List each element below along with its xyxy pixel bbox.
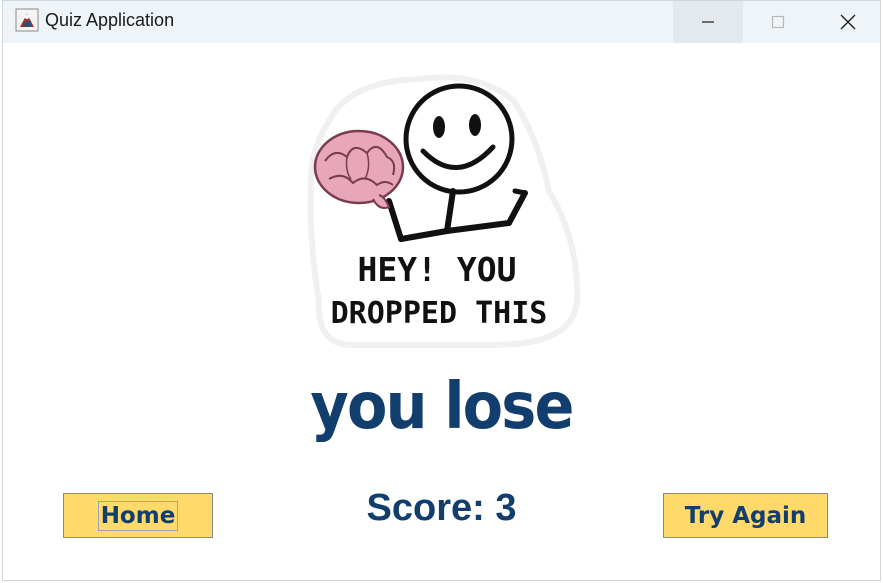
meme-image: HEY! YOU DROPPED THIS xyxy=(307,74,581,349)
maximize-icon xyxy=(771,15,785,29)
close-icon xyxy=(840,14,856,30)
java-cup-icon xyxy=(15,8,39,32)
meme-caption-line1: HEY! YOU xyxy=(358,250,517,289)
home-button-label: Home xyxy=(97,500,179,531)
quiz-window: Quiz Application HEY! YOU DROPPED THIS y… xyxy=(2,0,881,581)
result-panel: HEY! YOU DROPPED THIS you lose Score: 3 … xyxy=(3,43,880,580)
home-button[interactable]: Home xyxy=(63,493,213,538)
maximize-button[interactable] xyxy=(743,1,813,43)
title-bar[interactable]: Quiz Application xyxy=(3,1,880,43)
close-button[interactable] xyxy=(813,1,880,43)
minimize-button[interactable] xyxy=(673,1,743,43)
try-again-button[interactable]: Try Again xyxy=(663,493,828,538)
result-message: you lose xyxy=(310,370,574,444)
try-again-button-label: Try Again xyxy=(684,502,807,529)
window-title: Quiz Application xyxy=(45,10,175,30)
minimize-icon xyxy=(702,21,714,23)
meme-caption-line2: DROPPED THIS xyxy=(331,296,548,331)
